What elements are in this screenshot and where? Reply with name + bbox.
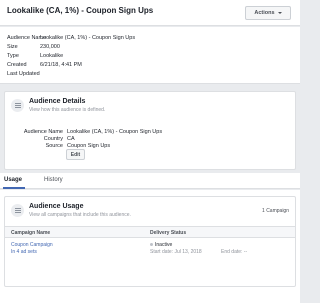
campaign-link[interactable]: Coupon Campaign [11,242,53,248]
campaign-count: 1 Campaign [262,208,289,214]
delivery-status-label: Inactive [155,242,173,248]
summary-value: Lookalike (CA, 1%) - Coupon Sign Ups [40,35,136,41]
tab-history[interactable]: History [44,177,63,183]
audience-usage-card: Audience Usage View all campaigns that i… [4,196,296,287]
status-dot-icon [150,243,153,247]
summary-key: Last Updated [7,71,40,77]
edit-button[interactable]: Edit [66,149,85,160]
usage-title: Audience Usage [29,203,84,210]
summary-value: 6/21/18, 4:41 PM [40,62,82,68]
tab-bar: Usage History [0,173,300,189]
details-value: Lookalike (CA, 1%) - Coupon Sign Ups [67,129,163,135]
summary-row: Type Lookalike [7,53,63,59]
audience-details-card: Audience Details View how this audience … [4,91,296,170]
summary-row: Created 6/21/18, 4:41 PM [7,62,82,68]
summary-row: Last Updated [7,71,40,77]
summary-value: Lookalike [40,53,64,59]
column-header-campaign[interactable]: Campaign Name [11,230,50,236]
summary-key: Size [7,44,18,50]
ad-sets-link[interactable]: In 4 ad sets [11,249,37,255]
audience-summary: Audience NameLookalike (CA, 1%) - Coupon… [0,27,300,84]
summary-key: Created [7,62,27,68]
details-key: Audience Name [23,129,63,135]
table-header: Campaign Name Delivery Status [5,226,295,238]
summary-key: Type [7,53,19,59]
summary-value: 230,000 [40,44,60,50]
start-date: Start date: Jul 13, 2018 [150,249,202,255]
details-title: Audience Details [29,98,86,105]
active-tab-indicator [3,187,25,189]
tab-usage[interactable]: Usage [4,177,22,183]
usage-icon [11,204,24,217]
page-header: Lookalike (CA, 1%) - Coupon Sign Ups Act… [0,0,300,26]
summary-key: Audience Name [7,35,47,41]
details-subtitle: View how this audience is defined. [29,107,106,113]
summary-row: Audience NameLookalike (CA, 1%) - Coupon… [7,35,135,41]
delivery-status: Inactive [150,242,172,248]
details-icon [11,99,24,112]
page-title: Lookalike (CA, 1%) - Coupon Sign Ups [7,6,154,15]
details-value: CA [67,136,75,142]
details-key: Source [45,143,63,149]
column-header-delivery[interactable]: Delivery Status [150,230,186,236]
details-key: Country [43,136,63,142]
summary-row: Size 230,000 [7,44,60,50]
actions-label: Actions [254,10,275,16]
usage-subtitle: View all campaigns that include this aud… [29,212,131,218]
end-date: End date: -- [221,249,248,255]
actions-button[interactable]: Actions [245,6,291,20]
caret-down-icon [277,12,282,14]
